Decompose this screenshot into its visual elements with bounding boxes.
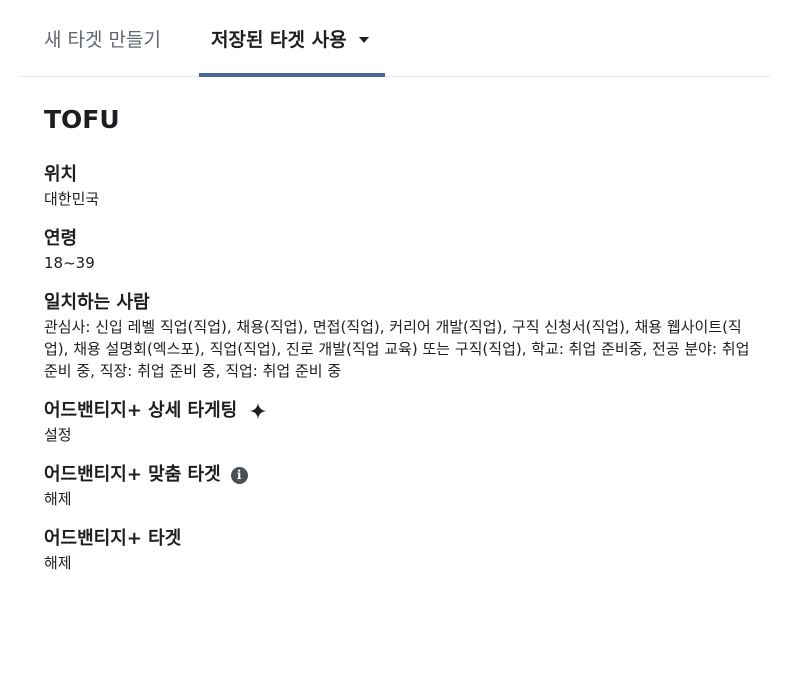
advantage-detailed-targeting-label: 어드밴티지+ 상세 타게팅 bbox=[44, 400, 238, 421]
tab-use-saved-audience[interactable]: 저장된 타겟 사용 bbox=[199, 0, 385, 77]
audience-name: TOFU bbox=[44, 105, 120, 134]
tab-use-saved-audience-label: 저장된 타겟 사용 bbox=[211, 29, 347, 51]
advantage-detailed-targeting-section: 어드밴티지+ 상세 타게팅 설정 bbox=[44, 398, 754, 446]
location-label: 위치 bbox=[44, 164, 78, 185]
matching-people-label: 일치하는 사람 bbox=[44, 292, 150, 313]
age-label: 연령 bbox=[44, 228, 78, 249]
age-value: 18~39 bbox=[44, 254, 95, 272]
advantage-custom-audience-section: 어드밴티지+ 맞춤 타겟 i 해제 bbox=[44, 462, 754, 510]
location-value: 대한민국 bbox=[44, 190, 100, 208]
audience-tabs: 새 타겟 만들기 저장된 타겟 사용 bbox=[20, 0, 770, 77]
advantage-audience-value: 해제 bbox=[44, 554, 72, 572]
advantage-custom-audience-label: 어드밴티지+ 맞춤 타겟 bbox=[44, 464, 221, 485]
caret-down-icon[interactable] bbox=[358, 36, 369, 43]
audience-summary: TOFU 위치 대한민국 연령 18~39 일치하는 사람 관심사: 신입 레벨… bbox=[44, 100, 754, 590]
matching-people-value: 관심사: 신입 레벨 직업(직업), 채용(직업), 면접(직업), 커리어 개… bbox=[44, 318, 750, 380]
info-icon[interactable]: i bbox=[230, 466, 248, 484]
advantage-custom-audience-heading: 어드밴티지+ 맞춤 타겟 i bbox=[44, 462, 754, 488]
tab-create-new-audience-label: 새 타겟 만들기 bbox=[44, 29, 161, 51]
active-tab-indicator bbox=[199, 73, 385, 77]
advantage-audience-label: 어드밴티지+ 타겟 bbox=[44, 528, 182, 549]
advantage-detailed-targeting-heading: 어드밴티지+ 상세 타게팅 bbox=[44, 398, 754, 424]
sparkle-icon bbox=[250, 402, 267, 420]
advantage-audience-section: 어드밴티지+ 타겟 해제 bbox=[44, 526, 754, 574]
advantage-detailed-targeting-value: 설정 bbox=[44, 426, 72, 444]
matching-people-section: 일치하는 사람 관심사: 신입 레벨 직업(직업), 채용(직업), 면접(직업… bbox=[44, 290, 754, 382]
advantage-custom-audience-value: 해제 bbox=[44, 490, 72, 508]
tab-create-new-audience[interactable]: 새 타겟 만들기 bbox=[44, 0, 161, 77]
location-section: 위치 대한민국 bbox=[44, 162, 754, 210]
age-section: 연령 18~39 bbox=[44, 226, 754, 274]
